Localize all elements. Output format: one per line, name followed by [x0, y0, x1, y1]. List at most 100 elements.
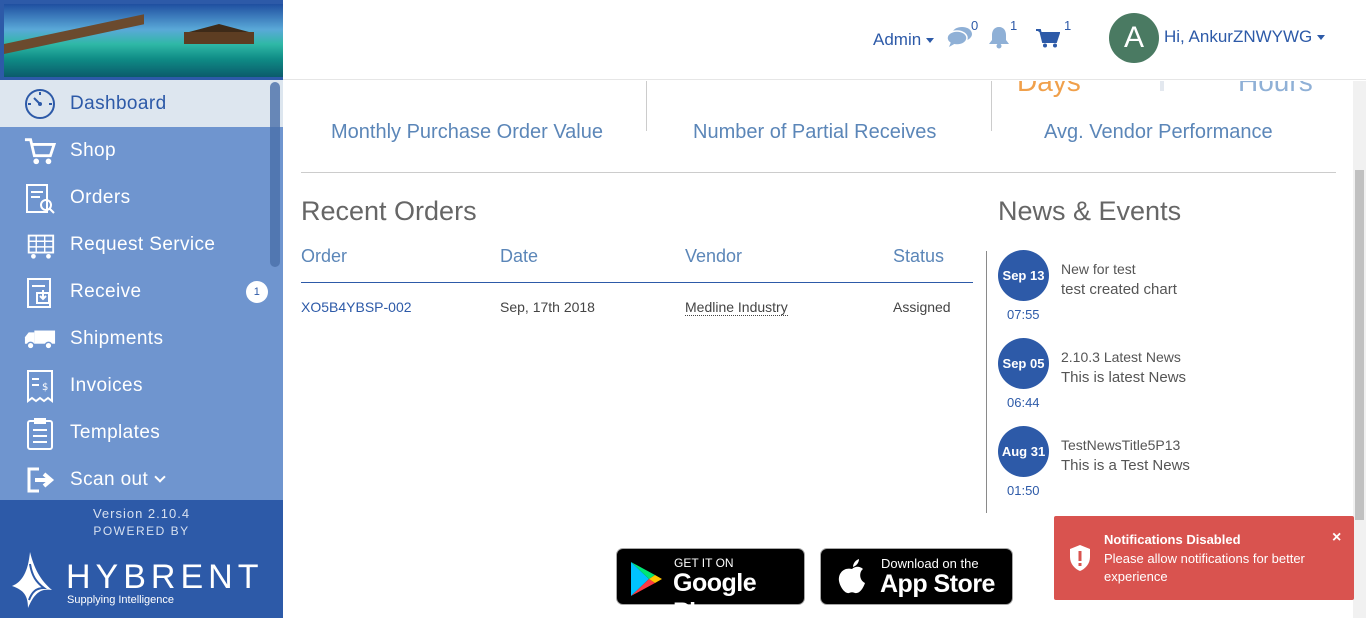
news-description: test created chart — [1061, 281, 1177, 298]
cart-icon — [24, 135, 56, 167]
notification-toast: Notifications Disabled Please allow noti… — [1054, 516, 1354, 600]
sidebar-item-request-service[interactable]: Request Service — [0, 221, 283, 268]
avatar[interactable]: A — [1109, 13, 1159, 63]
header-banner-image — [4, 4, 283, 77]
powered-by-text: POWERED BY — [93, 524, 190, 538]
order-link[interactable]: XO5B4YBSP-002 — [301, 299, 412, 315]
recent-orders-title: Recent Orders — [301, 196, 477, 226]
app-store-big-text: App Store — [880, 570, 995, 598]
hybrent-logo-icon — [12, 552, 52, 608]
toast-message: Please allow notifications for better ex… — [1104, 551, 1305, 584]
google-play-icon — [631, 562, 662, 596]
sidebar: Dashboard Shop Orders Request Service Re… — [0, 0, 283, 618]
news-description: This is latest News — [1061, 369, 1187, 386]
bell-icon[interactable] — [988, 25, 1010, 54]
news-events-title: News & Events — [998, 196, 1182, 226]
sidebar-item-receive[interactable]: Receive 1 — [0, 268, 283, 315]
scan-out-icon — [24, 464, 56, 496]
messages-count: 0 — [971, 18, 979, 33]
sidebar-item-invoices[interactable]: $ Invoices — [0, 362, 283, 409]
receive-count-badge: 1 — [246, 281, 268, 303]
news-item[interactable]: Sep 05 06:44 2.10.3 Latest News This is … — [998, 338, 1318, 418]
caret-down-icon — [1317, 35, 1326, 41]
sidebar-item-scan-out[interactable]: Scan out — [0, 456, 283, 500]
sidebar-item-orders[interactable]: Orders — [0, 174, 283, 221]
monthly-po-label: Monthly Purchase Order Value — [331, 121, 603, 143]
news-date-badge: Aug 31 — [998, 426, 1049, 477]
sidebar-item-label: Receive — [70, 280, 142, 302]
sidebar-item-shop[interactable]: Shop — [0, 127, 283, 174]
google-play-small-text: GET IT ON — [674, 556, 734, 570]
app-store-button[interactable]: Download on the App Store — [820, 548, 1013, 605]
stat-divider — [646, 81, 647, 131]
svg-text:$: $ — [42, 382, 49, 393]
invoice-icon: $ — [24, 369, 56, 403]
table-header-line — [301, 282, 973, 283]
divider-mark — [1160, 81, 1164, 91]
orders-icon — [24, 182, 56, 214]
news-date-badge: Sep 13 — [998, 250, 1049, 301]
admin-dropdown[interactable]: Admin — [873, 30, 935, 50]
column-header-date[interactable]: Date — [500, 246, 538, 267]
news-title: TestNewsTitle5P13 — [1061, 437, 1181, 453]
top-bar: Admin 0 1 1 A Hi, AnkurZNWYWG — [283, 0, 1366, 80]
templates-icon — [24, 417, 56, 450]
sidebar-nav: Dashboard Shop Orders Request Service Re… — [0, 80, 283, 500]
brand-name: HYBRENT — [66, 558, 264, 596]
sidebar-item-label: Templates — [70, 421, 161, 443]
sidebar-item-dashboard[interactable]: Dashboard — [0, 80, 283, 127]
sidebar-item-label: Shipments — [70, 327, 164, 349]
receive-icon — [24, 276, 56, 308]
column-header-order[interactable]: Order — [301, 246, 347, 267]
partial-receives-label: Number of Partial Receives — [693, 121, 937, 143]
column-header-status[interactable]: Status — [893, 246, 944, 267]
news-item[interactable]: Aug 31 01:50 TestNewsTitle5P13 This is a… — [998, 426, 1318, 506]
sidebar-item-shipments[interactable]: Shipments — [0, 315, 283, 362]
notifications-count: 1 — [1010, 18, 1018, 33]
user-menu[interactable]: Hi, AnkurZNWYWG — [1164, 27, 1326, 47]
sidebar-item-label: Dashboard — [70, 92, 167, 114]
brand-tagline: Supplying Intelligence — [67, 594, 175, 606]
messages-icon[interactable] — [946, 26, 973, 53]
google-play-button[interactable]: GET IT ON Google Play — [616, 548, 805, 618]
toast-title: Notifications Disabled — [1104, 532, 1241, 547]
news-time: 01:50 — [1007, 483, 1040, 498]
caret-down-icon — [926, 38, 935, 44]
monthly-po-value-partial — [428, 81, 518, 98]
vendor-performance-label: Avg. Vendor Performance — [1044, 121, 1273, 143]
sidebar-item-templates[interactable]: Templates — [0, 409, 283, 456]
order-status: Assigned — [893, 299, 951, 315]
version-text: Version 2.10.4 — [92, 506, 191, 521]
hours-label: Hours — [1238, 81, 1313, 97]
admin-label: Admin — [873, 30, 922, 49]
column-header-vendor[interactable]: Vendor — [685, 246, 742, 267]
stat-divider — [991, 81, 992, 131]
news-title: 2.10.3 Latest News — [1061, 349, 1181, 365]
news-timeline-line — [986, 251, 987, 513]
days-label: Days — [1017, 81, 1081, 97]
close-icon[interactable]: × — [1332, 529, 1341, 547]
order-vendor[interactable]: Medline Industry — [685, 299, 788, 316]
brand-footer: Version 2.10.4 POWERED BY HYBRENT Supply… — [0, 500, 283, 618]
sidebar-item-label: Request Service — [70, 233, 216, 255]
news-item[interactable]: Sep 13 07:55 New for test test created c… — [998, 250, 1318, 330]
page-scrollbar-thumb[interactable] — [1355, 170, 1364, 520]
apple-icon — [838, 559, 865, 594]
chevron-down-icon — [154, 470, 166, 483]
news-title: New for test — [1061, 261, 1136, 277]
sidebar-item-label: Scan out — [70, 468, 149, 490]
shield-alert-icon — [1068, 544, 1092, 577]
google-play-big-text: Google Play — [673, 569, 757, 618]
order-date: Sep, 17th 2018 — [500, 299, 595, 315]
sidebar-item-label: Invoices — [70, 374, 143, 396]
truck-icon — [24, 323, 56, 355]
cart-count: 1 — [1064, 18, 1072, 33]
sidebar-scrollbar[interactable] — [270, 82, 280, 267]
user-greeting: Hi, AnkurZNWYWG — [1164, 27, 1313, 46]
news-date-badge: Sep 05 — [998, 338, 1049, 389]
cart-icon[interactable] — [1036, 28, 1061, 53]
sidebar-item-label: Shop — [70, 139, 116, 161]
news-description: This is a Test News — [1061, 457, 1190, 474]
sidebar-item-label: Orders — [70, 186, 131, 208]
dashboard-icon — [24, 88, 56, 120]
